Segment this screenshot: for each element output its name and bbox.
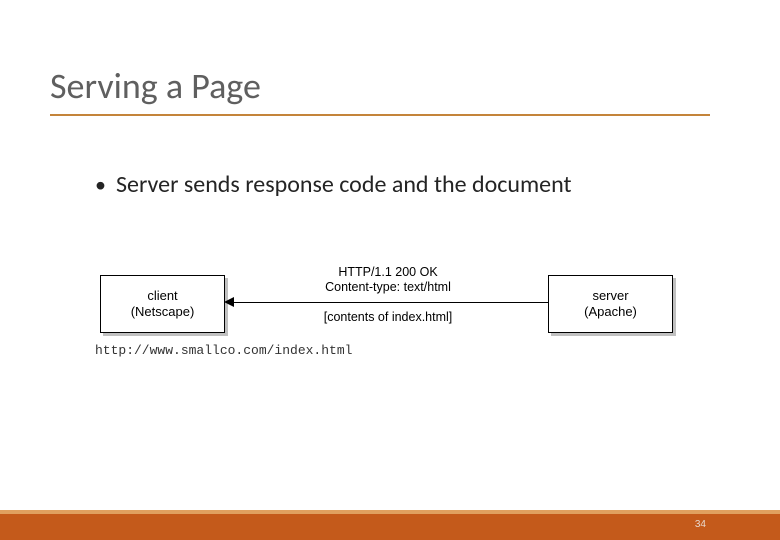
http-status-line: HTTP/1.1 200 OK bbox=[228, 265, 548, 280]
bullet-dot: • bbox=[95, 174, 106, 196]
bullet-text: Server sends response code and the docum… bbox=[116, 170, 572, 199]
slide-title: Serving a Page bbox=[50, 64, 710, 116]
server-label: server bbox=[592, 288, 628, 304]
http-diagram: client (Netscape) HTTP/1.1 200 OK Conten… bbox=[100, 265, 675, 375]
server-sublabel: (Apache) bbox=[584, 304, 637, 320]
footer-bar bbox=[0, 510, 780, 540]
client-label: client bbox=[147, 288, 177, 304]
arrow-head-icon bbox=[224, 297, 234, 307]
page-number: 34 bbox=[695, 519, 706, 530]
bullet-item: • Server sends response code and the doc… bbox=[95, 170, 572, 199]
response-body-label: [contents of index.html] bbox=[228, 310, 548, 324]
arrow-line bbox=[228, 302, 548, 303]
http-content-type: Content-type: text/html bbox=[228, 280, 548, 295]
client-box: client (Netscape) bbox=[100, 275, 225, 333]
server-box: server (Apache) bbox=[548, 275, 673, 333]
http-response-text: HTTP/1.1 200 OK Content-type: text/html bbox=[228, 265, 548, 295]
slide: Serving a Page • Server sends response c… bbox=[0, 0, 780, 540]
url-label: http://www.smallco.com/index.html bbox=[95, 343, 352, 358]
client-sublabel: (Netscape) bbox=[131, 304, 195, 320]
